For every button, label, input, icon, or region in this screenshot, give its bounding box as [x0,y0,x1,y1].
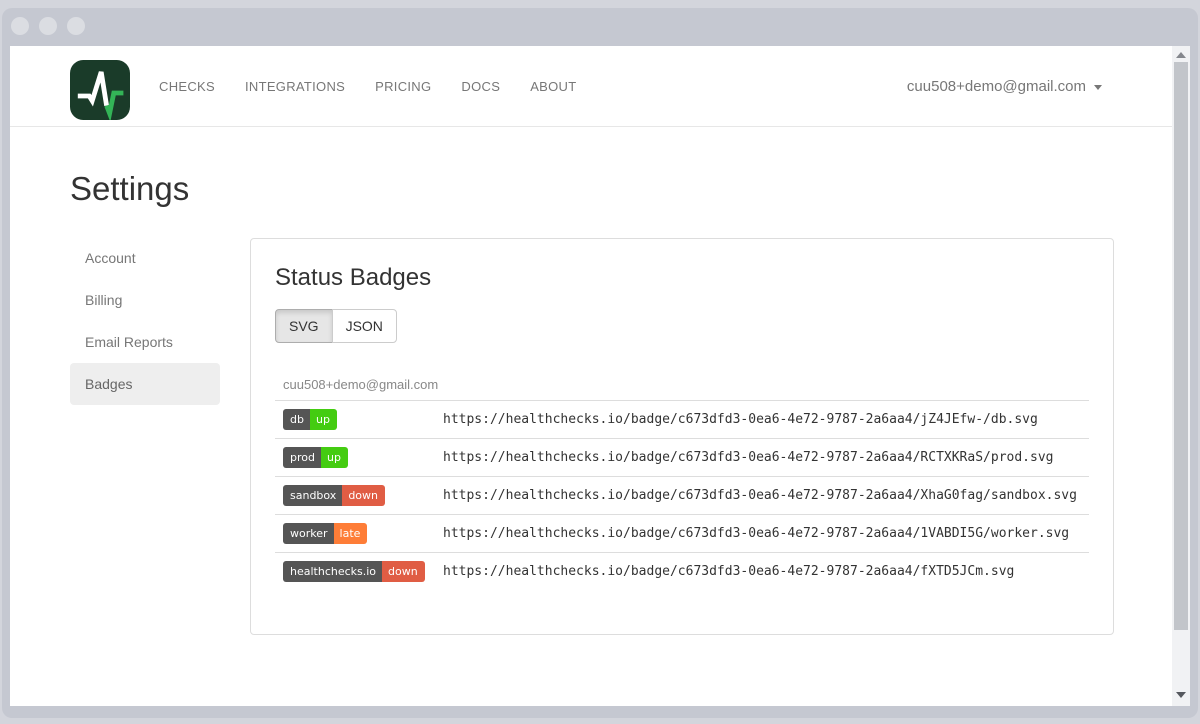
scrollbar-thumb[interactable] [1174,62,1188,630]
status-badge: sandbox down [283,485,385,506]
status-badge: db up [283,409,337,430]
nav-links: CHECKS INTEGRATIONS PRICING DOCS ABOUT [159,46,576,127]
format-toggle-group: SVGJSON [275,309,397,343]
badge-cell: db up [275,409,443,430]
status-badges-panel: Status Badges SVGJSON cuu508+demo@gmail.… [250,238,1114,635]
badge-url: https://healthchecks.io/badge/c673dfd3-0… [443,412,1038,427]
nav-link-about[interactable]: ABOUT [530,79,576,94]
badge-status-label: late [334,523,368,544]
vertical-scrollbar[interactable] [1172,46,1190,706]
badge-status-label: up [310,409,337,430]
nav-link-integrations[interactable]: INTEGRATIONS [245,79,345,94]
badge-row: healthchecks.io down https://healthcheck… [275,552,1089,590]
browser-window: CHECKS INTEGRATIONS PRICING DOCS ABOUT cuu50… [2,8,1198,718]
sidebar-item-account[interactable]: Account [70,237,220,279]
badge-status-label: up [321,447,348,468]
window-control-dot[interactable] [39,17,57,35]
panel-title: Status Badges [275,264,1089,292]
account-menu[interactable]: cuu508+demo@gmail.com [907,46,1102,127]
badge-cell: sandbox down [275,485,443,506]
badge-url: https://healthchecks.io/badge/c673dfd3-0… [443,526,1069,541]
app-viewport: CHECKS INTEGRATIONS PRICING DOCS ABOUT cuu50… [10,46,1190,706]
scroll-up-icon[interactable] [1176,52,1186,58]
healthchecks-logo[interactable] [70,60,130,120]
badge-row: prod up https://healthchecks.io/badge/c6… [275,438,1089,476]
badge-name-label: healthchecks.io [283,561,382,582]
page-title: Settings [70,170,189,208]
window-control-dot[interactable] [11,17,29,35]
format-tab-json[interactable]: JSON [332,309,397,343]
project-label: cuu508+demo@gmail.com [275,377,1089,392]
nav-link-pricing[interactable]: PRICING [375,79,431,94]
status-badge: prod up [283,447,348,468]
badge-name-label: prod [283,447,321,468]
scroll-down-icon[interactable] [1176,692,1186,698]
badge-name-label: db [283,409,310,430]
badge-url: https://healthchecks.io/badge/c673dfd3-0… [443,488,1077,503]
badge-row: db up https://healthchecks.io/badge/c673… [275,400,1089,438]
chevron-down-icon [1094,85,1102,90]
top-navbar: CHECKS INTEGRATIONS PRICING DOCS ABOUT cuu50… [10,46,1190,127]
badge-cell: worker late [275,523,443,544]
badge-status-label: down [382,561,425,582]
sidebar-item-email-reports[interactable]: Email Reports [70,321,220,363]
badge-cell: prod up [275,447,443,468]
status-badge: worker late [283,523,367,544]
window-titlebar [2,8,1198,46]
badge-url: https://healthchecks.io/badge/c673dfd3-0… [443,450,1053,465]
sidebar-item-badges[interactable]: Badges [70,363,220,405]
badge-status-label: down [342,485,385,506]
badge-url: https://healthchecks.io/badge/c673dfd3-0… [443,564,1014,579]
format-tab-svg[interactable]: SVG [275,309,333,343]
nav-link-docs[interactable]: DOCS [461,79,500,94]
settings-sidebar: AccountBillingEmail ReportsBadges [70,237,220,405]
badge-row: worker late https://healthchecks.io/badg… [275,514,1089,552]
badge-row: sandbox down https://healthchecks.io/bad… [275,476,1089,514]
badge-name-label: sandbox [283,485,342,506]
window-control-dot[interactable] [67,17,85,35]
badge-table-body: db up https://healthchecks.io/badge/c673… [275,400,1089,590]
nav-link-checks[interactable]: CHECKS [159,79,215,94]
badge-name-label: worker [283,523,334,544]
account-email: cuu508+demo@gmail.com [907,78,1086,95]
sidebar-item-billing[interactable]: Billing [70,279,220,321]
badge-cell: healthchecks.io down [275,561,443,582]
status-badge: healthchecks.io down [283,561,425,582]
